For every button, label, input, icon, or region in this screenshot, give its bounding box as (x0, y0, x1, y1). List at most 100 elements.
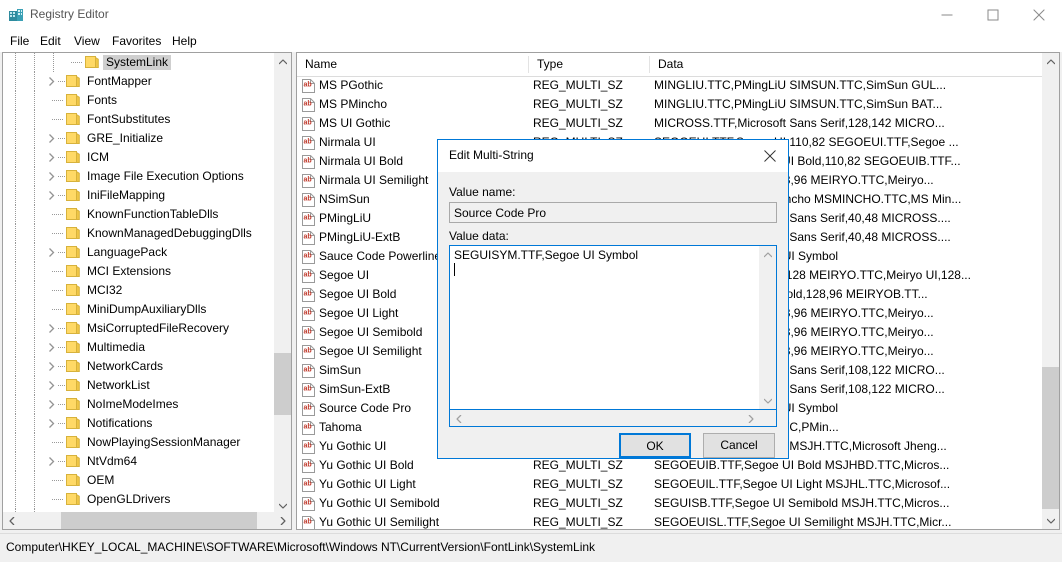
tree-scroll-right-arrow[interactable] (274, 512, 291, 529)
chevron-right-icon[interactable] (46, 323, 57, 334)
svg-text:ab: ab (304, 424, 312, 431)
list-vertical-scrollbar[interactable] (1042, 53, 1059, 529)
column-header-type[interactable]: Type (529, 53, 650, 76)
table-row[interactable]: ab Yu Gothic UI Light REG_MULTI_SZ SEGOEUIL… (297, 475, 1039, 494)
string-value-icon: ab (302, 136, 315, 150)
menu-favorites[interactable]: Favorites (106, 33, 167, 50)
tree-scroll-up-arrow[interactable] (274, 53, 291, 70)
tree-item-msicorruptedfilerecovery[interactable]: MsiCorruptedFileRecovery (3, 319, 273, 338)
minimize-button[interactable] (924, 0, 970, 30)
string-value-icon: ab (302, 364, 315, 378)
tree-guide-line (15, 338, 16, 357)
chevron-right-icon[interactable] (46, 76, 57, 87)
textarea-horizontal-scrollbar[interactable] (449, 410, 777, 427)
tree-item-minidumpauxiliarydlls[interactable]: MiniDumpAuxiliaryDlls (3, 300, 273, 319)
table-row[interactable]: ab MS PGothic REG_MULTI_SZ MINGLIU.TTC,PMin… (297, 76, 1039, 95)
tree-guide-line (58, 404, 66, 405)
chevron-right-icon[interactable] (46, 133, 57, 144)
chevron-right-icon[interactable] (46, 247, 57, 258)
cancel-button[interactable]: Cancel (703, 433, 775, 458)
tree-item-mci-extensions[interactable]: MCI Extensions (3, 262, 273, 281)
value-name-input[interactable] (449, 202, 777, 223)
menu-view[interactable]: View (68, 33, 106, 50)
textarea-scroll-up-arrow[interactable] (759, 246, 776, 263)
tree-item-fontsubstitutes[interactable]: FontSubstitutes (3, 110, 273, 129)
tree-item-knownmanageddebuggingdlls[interactable]: KnownManagedDebuggingDlls (3, 224, 273, 243)
chevron-right-icon[interactable] (46, 380, 57, 391)
registry-editor-window: Registry Editor File Edit View Favorites… (0, 0, 1062, 562)
chevron-right-icon[interactable] (46, 399, 57, 410)
tree-guide-line (34, 148, 35, 167)
table-row[interactable]: ab MS PMincho REG_MULTI_SZ MINGLIU.TTC,PMin… (297, 95, 1039, 114)
textarea-scroll-right-arrow[interactable] (742, 410, 759, 427)
tree-guide-line (34, 471, 35, 490)
tree-item-networklist[interactable]: NetworkList (3, 376, 273, 395)
cell-name: Yu Gothic UI Semilight (319, 515, 440, 529)
column-header-name[interactable]: Name (297, 53, 529, 76)
tree-horizontal-scrollbar[interactable] (3, 512, 291, 529)
tree-item-fontmapper[interactable]: FontMapper (3, 72, 273, 91)
tree-guide-line (52, 119, 64, 120)
tree-guide-line (15, 167, 16, 186)
tree-guide-line (15, 53, 16, 72)
dialog-close-icon[interactable] (752, 140, 788, 172)
tree-item-nowplayingsessionmanager[interactable]: NowPlayingSessionManager (3, 433, 273, 452)
menu-edit[interactable]: Edit (34, 33, 67, 50)
cell-name: PMingLiU (319, 211, 372, 225)
list-scroll-thumb[interactable] (1042, 367, 1059, 509)
table-row[interactable]: ab MS UI Gothic REG_MULTI_SZ MICROSS.TTF,Mi… (297, 114, 1039, 133)
menu-file[interactable]: File (4, 33, 35, 50)
chevron-right-icon[interactable] (46, 190, 57, 201)
tree-scroll-thumb[interactable] (274, 353, 291, 415)
ok-button[interactable]: OK (619, 433, 691, 458)
tree-item-inifilemapping[interactable]: IniFileMapping (3, 186, 273, 205)
cell-name: Yu Gothic UI Bold (319, 458, 414, 472)
tree-guide-line (52, 290, 64, 291)
tree-item-oem[interactable]: OEM (3, 471, 273, 490)
string-value-icon: ab (302, 307, 315, 321)
chevron-right-icon[interactable] (46, 171, 57, 182)
table-row[interactable]: ab Yu Gothic UI Semilight REG_MULTI_SZ SEGO… (297, 513, 1039, 529)
svg-text:ab: ab (304, 272, 312, 279)
tree-item-languagepack[interactable]: LanguagePack (3, 243, 273, 262)
tree-item-networkcards[interactable]: NetworkCards (3, 357, 273, 376)
chevron-right-icon[interactable] (46, 418, 57, 429)
tree-guide-line (52, 214, 64, 215)
tree-scroll-left-arrow[interactable] (3, 512, 20, 529)
tree-item-opengldrivers[interactable]: OpenGLDrivers (3, 490, 273, 509)
registry-tree[interactable]: SystemLink FontMapper Fonts FontSubstitutes… (3, 53, 273, 515)
chevron-right-icon[interactable] (46, 456, 57, 467)
tree-item-ntvdm64[interactable]: NtVdm64 (3, 452, 273, 471)
tree-item-label: NowPlayingSessionManager (87, 435, 241, 449)
tree-item-icm[interactable]: ICM (3, 148, 273, 167)
tree-item-systemlink[interactable]: SystemLink (3, 53, 273, 72)
tree-item-noimemodeimes[interactable]: NoImeModeImes (3, 395, 273, 414)
chevron-right-icon[interactable] (46, 342, 57, 353)
tree-guide-line (15, 471, 16, 490)
value-data-textarea[interactable]: SEGUISYM.TTF,Segoe UI Symbol (449, 245, 777, 410)
column-header-data[interactable]: Data (650, 53, 1039, 76)
tree-item-notifications[interactable]: Notifications (3, 414, 273, 433)
close-button[interactable] (1016, 0, 1062, 30)
tree-vertical-scrollbar[interactable] (274, 53, 291, 514)
menu-help[interactable]: Help (166, 33, 203, 50)
tree-item-multimedia[interactable]: Multimedia (3, 338, 273, 357)
cell-type: REG_MULTI_SZ (533, 515, 623, 529)
chevron-right-icon[interactable] (46, 361, 57, 372)
table-row[interactable]: ab Yu Gothic UI Semibold REG_MULTI_SZ SEGUI… (297, 494, 1039, 513)
textarea-scroll-down-arrow[interactable] (759, 392, 776, 409)
maximize-button[interactable] (970, 0, 1016, 30)
tree-item-knownfunctiontabledlls[interactable]: KnownFunctionTableDlls (3, 205, 273, 224)
tree-item-image-file-execution-options[interactable]: Image File Execution Options (3, 167, 273, 186)
tree-item-mci32[interactable]: MCI32 (3, 281, 273, 300)
textarea-vertical-scrollbar[interactable] (759, 246, 776, 409)
list-scroll-up-arrow[interactable] (1042, 53, 1059, 70)
tree-hscroll-thumb[interactable] (61, 512, 257, 529)
list-scroll-down-arrow[interactable] (1042, 512, 1059, 529)
textarea-scroll-left-arrow[interactable] (450, 410, 467, 427)
string-value-icon: ab (302, 516, 315, 529)
cell-name: Sauce Code Powerline (319, 249, 442, 263)
chevron-right-icon[interactable] (46, 152, 57, 163)
tree-item-fonts[interactable]: Fonts (3, 91, 273, 110)
tree-item-gre-initialize[interactable]: GRE_Initialize (3, 129, 273, 148)
